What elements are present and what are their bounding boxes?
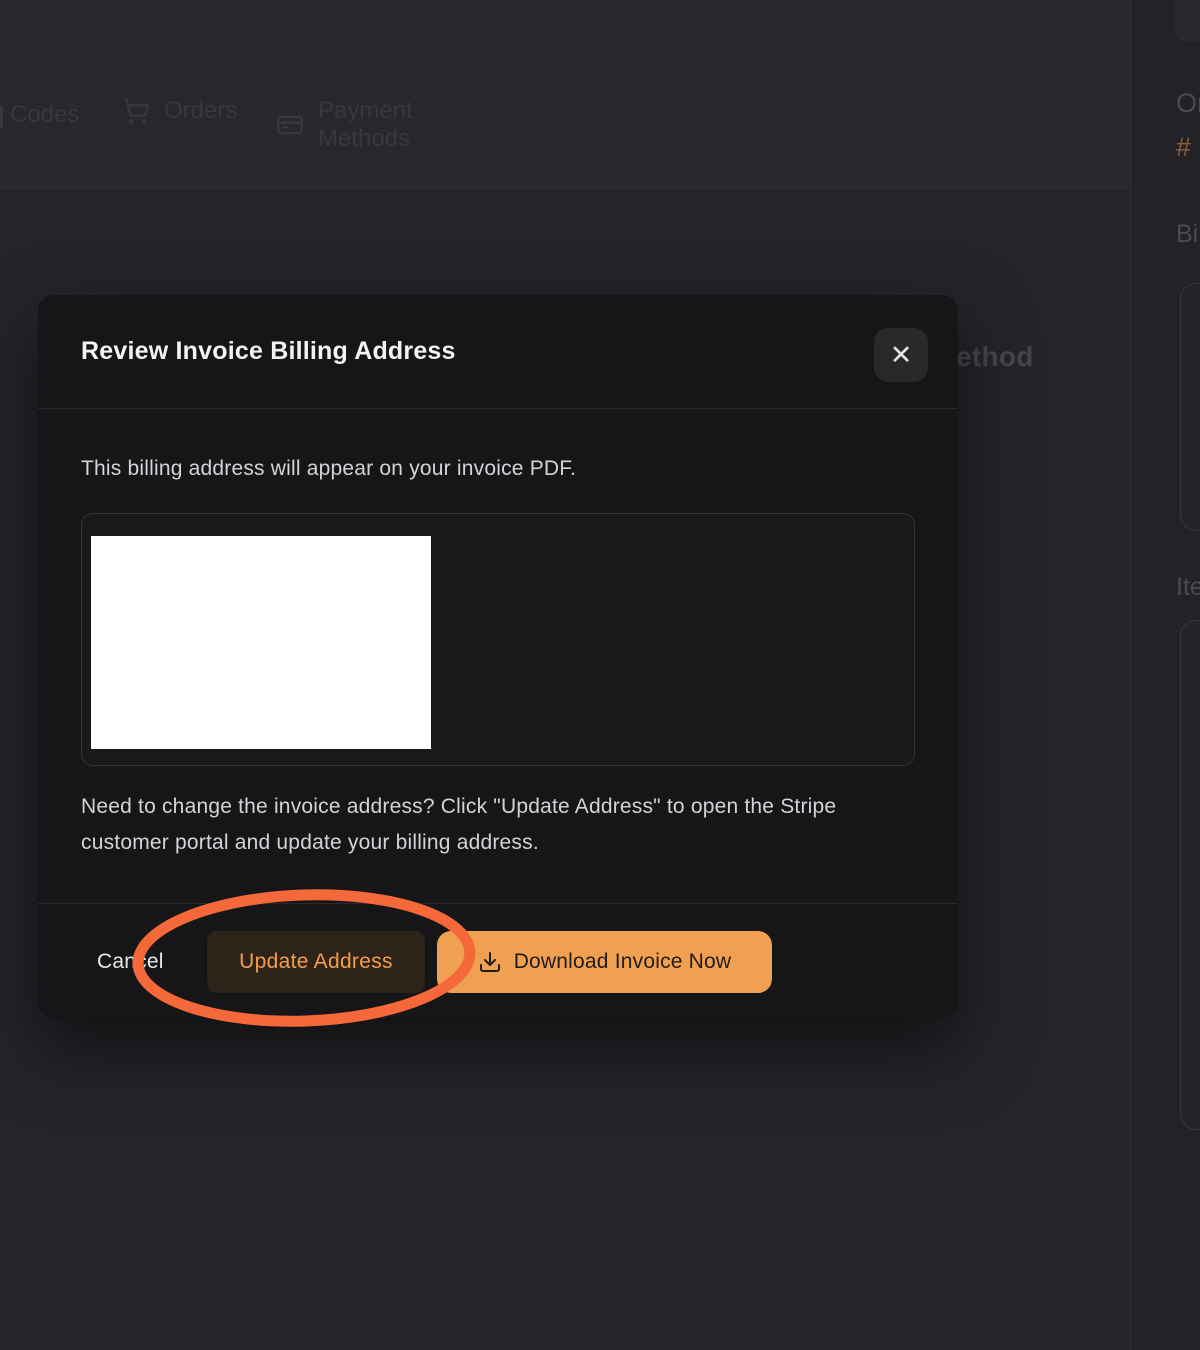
cancel-button[interactable]: Cancel bbox=[97, 931, 164, 993]
cancel-button-label: Cancel bbox=[97, 950, 164, 973]
background-topband bbox=[0, 0, 1130, 188]
tab-codes-label: Codes bbox=[10, 101, 79, 129]
tab-orders[interactable]: Orders bbox=[122, 97, 237, 125]
dialog-description: This billing address will appear on your… bbox=[81, 457, 576, 481]
download-invoice-button-label: Download Invoice Now bbox=[514, 950, 732, 974]
redacted-address-block bbox=[91, 536, 431, 749]
dialog-help-text: Need to change the invoice address? Clic… bbox=[81, 789, 925, 861]
right-panel: Or # Bil Ite bbox=[1131, 0, 1200, 1350]
billing-card bbox=[1180, 283, 1200, 531]
dialog-footer: Cancel Update Address Download Invoice N… bbox=[38, 931, 958, 993]
billing-heading-fragment: Bil bbox=[1176, 220, 1200, 249]
billing-address-preview bbox=[81, 513, 915, 766]
screen: Codes Orders Payment Methods ethod bbox=[0, 0, 1200, 1350]
dialog-title: Review Invoice Billing Address bbox=[81, 337, 456, 366]
update-address-button-label: Update Address bbox=[239, 950, 393, 973]
cart-icon bbox=[122, 97, 150, 125]
download-icon bbox=[478, 950, 502, 974]
right-panel-button[interactable] bbox=[1175, 0, 1200, 42]
download-invoice-button[interactable]: Download Invoice Now bbox=[437, 931, 772, 993]
tab-orders-label: Orders bbox=[164, 97, 237, 125]
order-number-fragment: # bbox=[1176, 132, 1191, 163]
occluded-payment-method-heading: ethod bbox=[956, 341, 1034, 373]
order-heading-fragment: Or bbox=[1176, 88, 1200, 119]
credit-card-icon bbox=[276, 111, 304, 139]
codes-icon bbox=[0, 105, 3, 129]
review-invoice-billing-address-dialog: Review Invoice Billing Address ✕ This bi… bbox=[38, 295, 958, 1018]
tab-payment-methods[interactable]: Payment Methods bbox=[276, 97, 413, 153]
tab-codes[interactable]: Codes bbox=[10, 101, 79, 129]
items-heading-fragment: Ite bbox=[1176, 573, 1200, 602]
update-address-button[interactable]: Update Address bbox=[207, 931, 425, 993]
header-divider bbox=[38, 408, 958, 409]
close-button[interactable]: ✕ bbox=[874, 328, 928, 382]
items-card bbox=[1180, 620, 1200, 1130]
footer-divider bbox=[38, 903, 958, 904]
horizontal-divider bbox=[0, 188, 1130, 189]
close-icon: ✕ bbox=[890, 342, 913, 369]
tab-payment-methods-label: Payment Methods bbox=[318, 97, 413, 153]
